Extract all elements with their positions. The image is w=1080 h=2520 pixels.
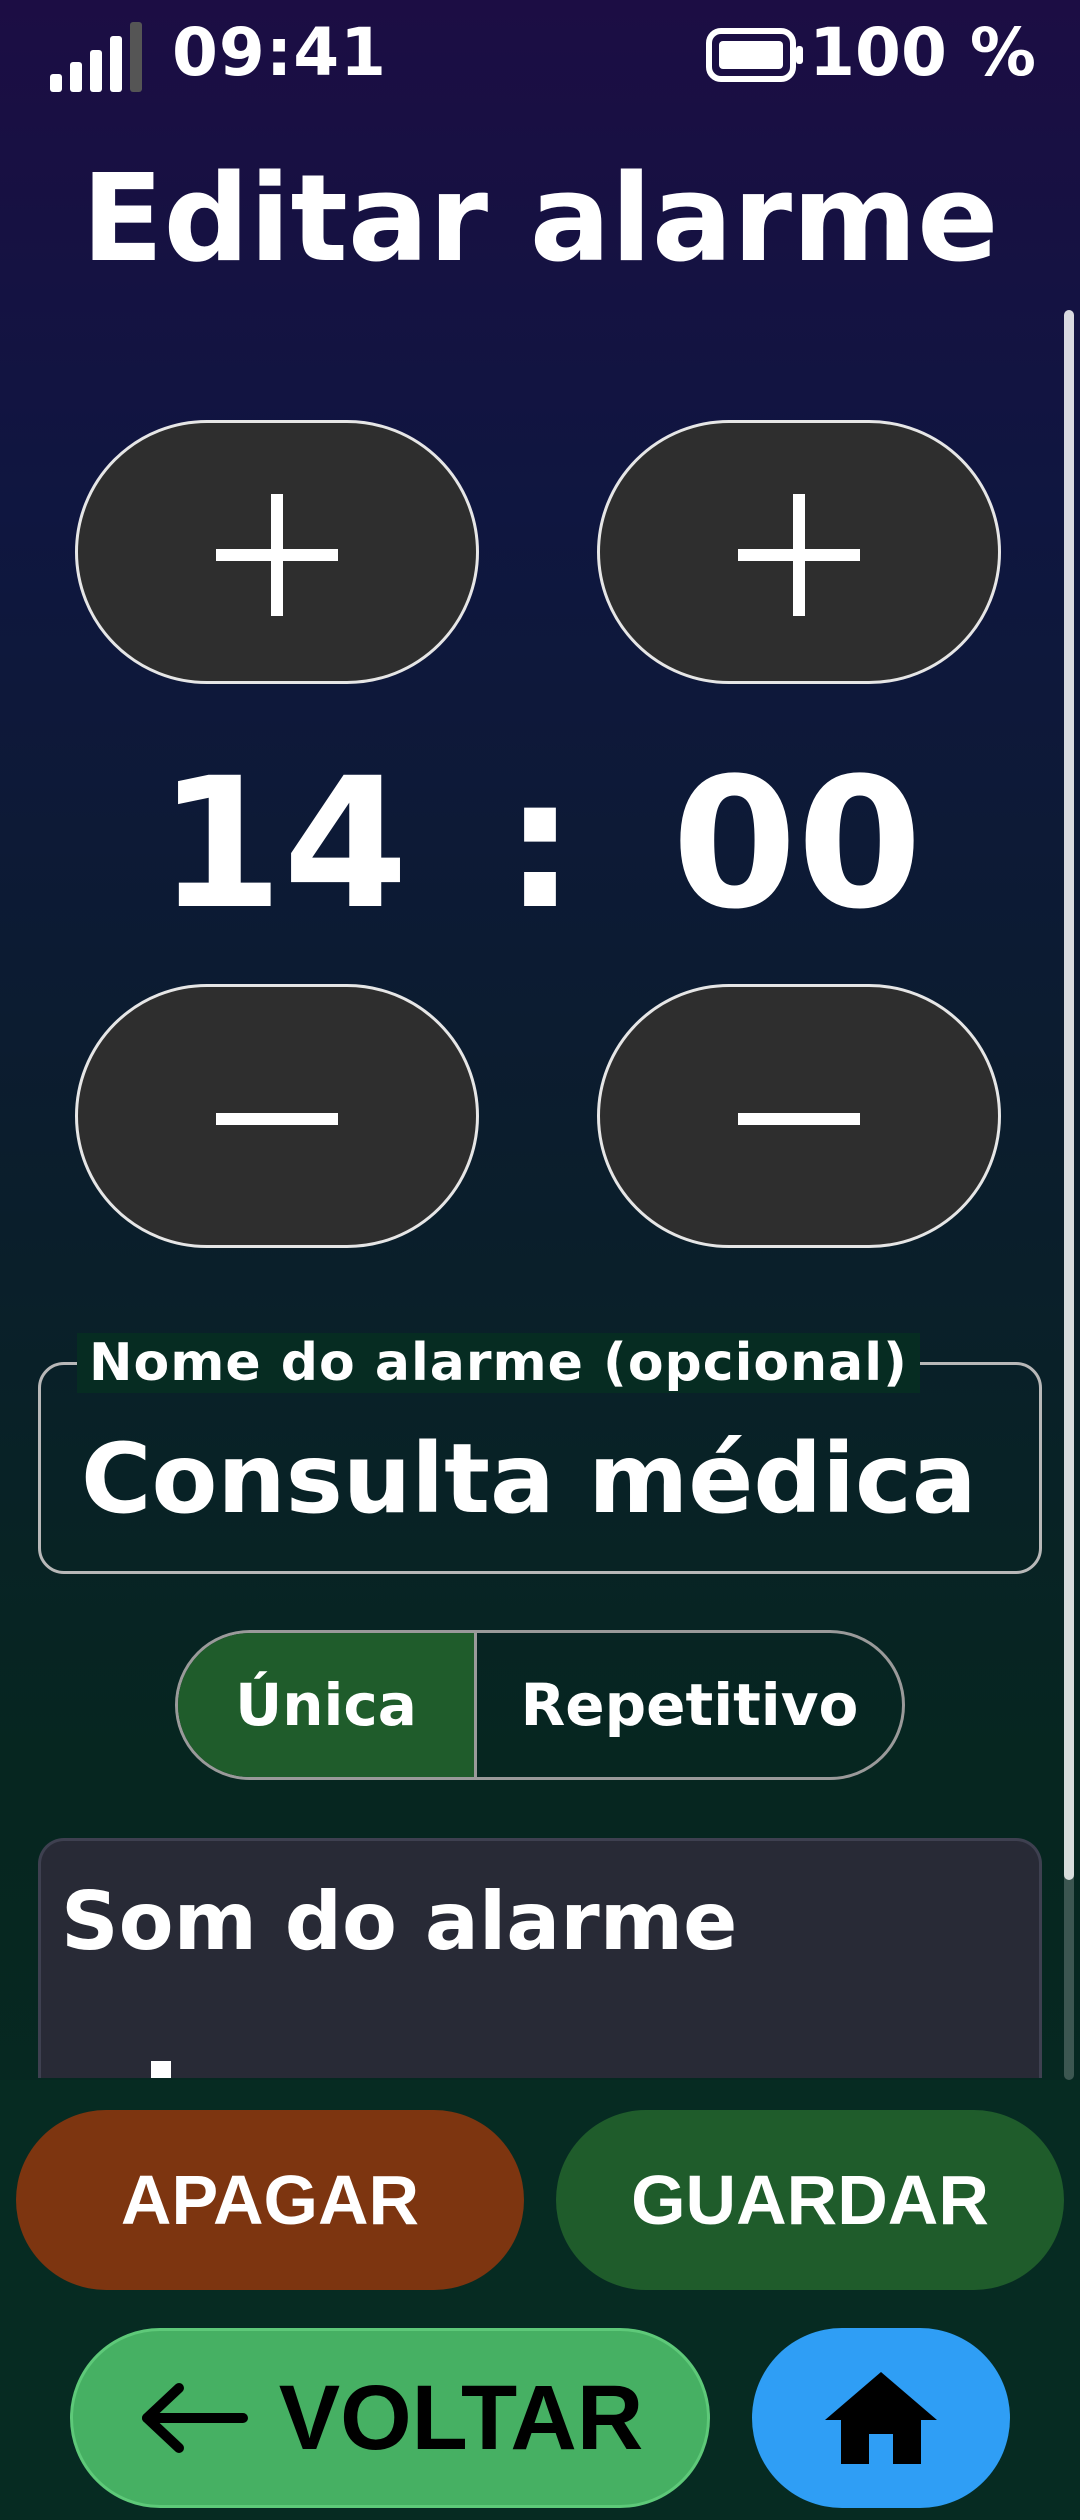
delete-button[interactable]: APAGAR [16, 2110, 524, 2290]
alarm-name-label: Nome do alarme (opcional) [77, 1333, 920, 1393]
home-button[interactable] [752, 2328, 1010, 2508]
status-bar: 09:41 100 % [0, 0, 1080, 110]
minutes-increment-button[interactable] [597, 420, 1001, 684]
alarm-sound-card[interactable]: Som do alarme [38, 1838, 1042, 2078]
back-button-label: VOLTAR [278, 2366, 644, 2469]
minus-icon [738, 1113, 860, 1125]
home-icon [825, 2372, 937, 2464]
minutes-value: 00 [671, 740, 923, 949]
repeat-mode-toggle: Única Repetitivo [175, 1630, 905, 1780]
bottom-action-bar: APAGAR GUARDAR VOLTAR [0, 2080, 1080, 2520]
sound-option-peek [151, 2061, 171, 2078]
minutes-decrement-button[interactable] [597, 984, 1001, 1248]
battery-percentage: 100 % [809, 14, 1036, 91]
alarm-name-field[interactable]: Nome do alarme (opcional) Consulta médic… [38, 1333, 1042, 1574]
save-button[interactable]: GUARDAR [556, 2110, 1064, 2290]
status-time: 09:41 [172, 14, 388, 91]
mode-repeat-option[interactable]: Repetitivo [477, 1633, 902, 1777]
alarm-sound-title: Som do alarme [61, 1875, 738, 1968]
hours-increment-button[interactable] [75, 420, 479, 684]
minus-icon [216, 1113, 338, 1125]
hours-value: 14 [157, 740, 409, 949]
arrow-left-icon [141, 2383, 248, 2453]
page-title: Editar alarme [81, 150, 999, 289]
alarm-name-input[interactable]: Consulta médica [81, 1423, 977, 1535]
hours-decrement-button[interactable] [75, 984, 479, 1248]
mode-once-option[interactable]: Única [178, 1633, 477, 1777]
scrollbar[interactable] [1064, 310, 1074, 2080]
back-button[interactable]: VOLTAR [70, 2328, 710, 2508]
scrollbar-thumb[interactable] [1064, 310, 1074, 1880]
battery-full-icon [706, 28, 803, 82]
time-separator: : [504, 740, 576, 949]
signal-bars-icon [50, 22, 142, 92]
